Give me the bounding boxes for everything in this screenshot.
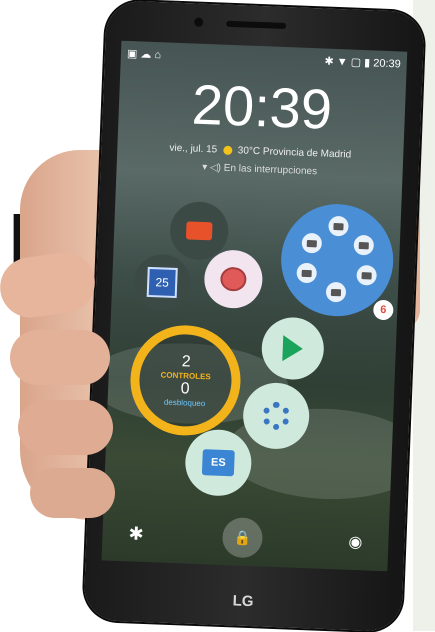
unlock-label: desbloqueo	[163, 397, 206, 409]
phone: ▣ ☁ ⌂ ✱ ▼ ▢ ▮ 20:39 20:39 vie., jul. 15 …	[83, 0, 425, 632]
email-mini-icon	[325, 281, 347, 303]
lockscreen-dock: ✱ 🔒 ◉	[102, 512, 389, 563]
unlock-count: 0	[180, 380, 190, 398]
email-mini-icon	[296, 262, 318, 284]
status-right-icons: ✱ ▼ ▢ ▮	[324, 55, 371, 70]
earpiece-speaker	[226, 20, 287, 30]
status-left-icons: ▣ ☁ ⌂	[126, 47, 162, 62]
email-mini-icon	[356, 264, 378, 286]
controls-count: 2	[181, 353, 191, 371]
settings-icon[interactable]: ✱	[128, 523, 144, 545]
camera-icon[interactable]: ◉	[348, 532, 363, 553]
interruptions-label: En las interrupciones	[223, 162, 318, 178]
location-label: Provincia de Madrid	[262, 146, 352, 161]
phone-screen: ▣ ☁ ⌂ ✱ ▼ ▢ ▮ 20:39 20:39 vie., jul. 15 …	[101, 40, 408, 572]
status-bar: ▣ ☁ ⌂ ✱ ▼ ▢ ▮ 20:39	[127, 45, 401, 74]
app-bubble-email-folder[interactable]: 6	[279, 202, 396, 321]
calendar-icon: 25	[146, 266, 178, 299]
email-count-badge: 6	[372, 299, 394, 321]
lock-icon[interactable]: 🔒	[221, 516, 264, 559]
interruptions-notice[interactable]: ▾ ◁) En las interrupciones	[117, 159, 403, 181]
message-icon	[185, 221, 213, 241]
chevron-down-icon: ▾ ◁)	[201, 161, 222, 174]
lockscreen-clock: 20:39	[190, 72, 334, 141]
file-explorer-icon: ES	[201, 449, 235, 477]
date-label: vie., jul. 15	[169, 142, 218, 156]
hand-finger	[10, 330, 110, 385]
front-camera	[194, 17, 204, 27]
app-bubble-calendar[interactable]: 25	[133, 253, 192, 312]
hand-finger	[18, 400, 113, 455]
email-mini-icon	[328, 215, 349, 237]
status-right: ✱ ▼ ▢ ▮ 20:39	[324, 55, 401, 71]
play-store-icon	[282, 335, 304, 362]
status-time: 20:39	[373, 57, 401, 71]
hand-finger	[30, 468, 115, 518]
email-mini-icon	[353, 234, 375, 256]
email-mini-icon	[301, 232, 323, 254]
app-bubble-peach[interactable]	[203, 249, 264, 310]
gear-icon	[261, 401, 291, 431]
brand-logo: LG	[232, 592, 254, 611]
peach-icon	[219, 266, 247, 292]
sun-icon	[222, 145, 233, 155]
temperature-label: 30°C	[237, 145, 261, 158]
